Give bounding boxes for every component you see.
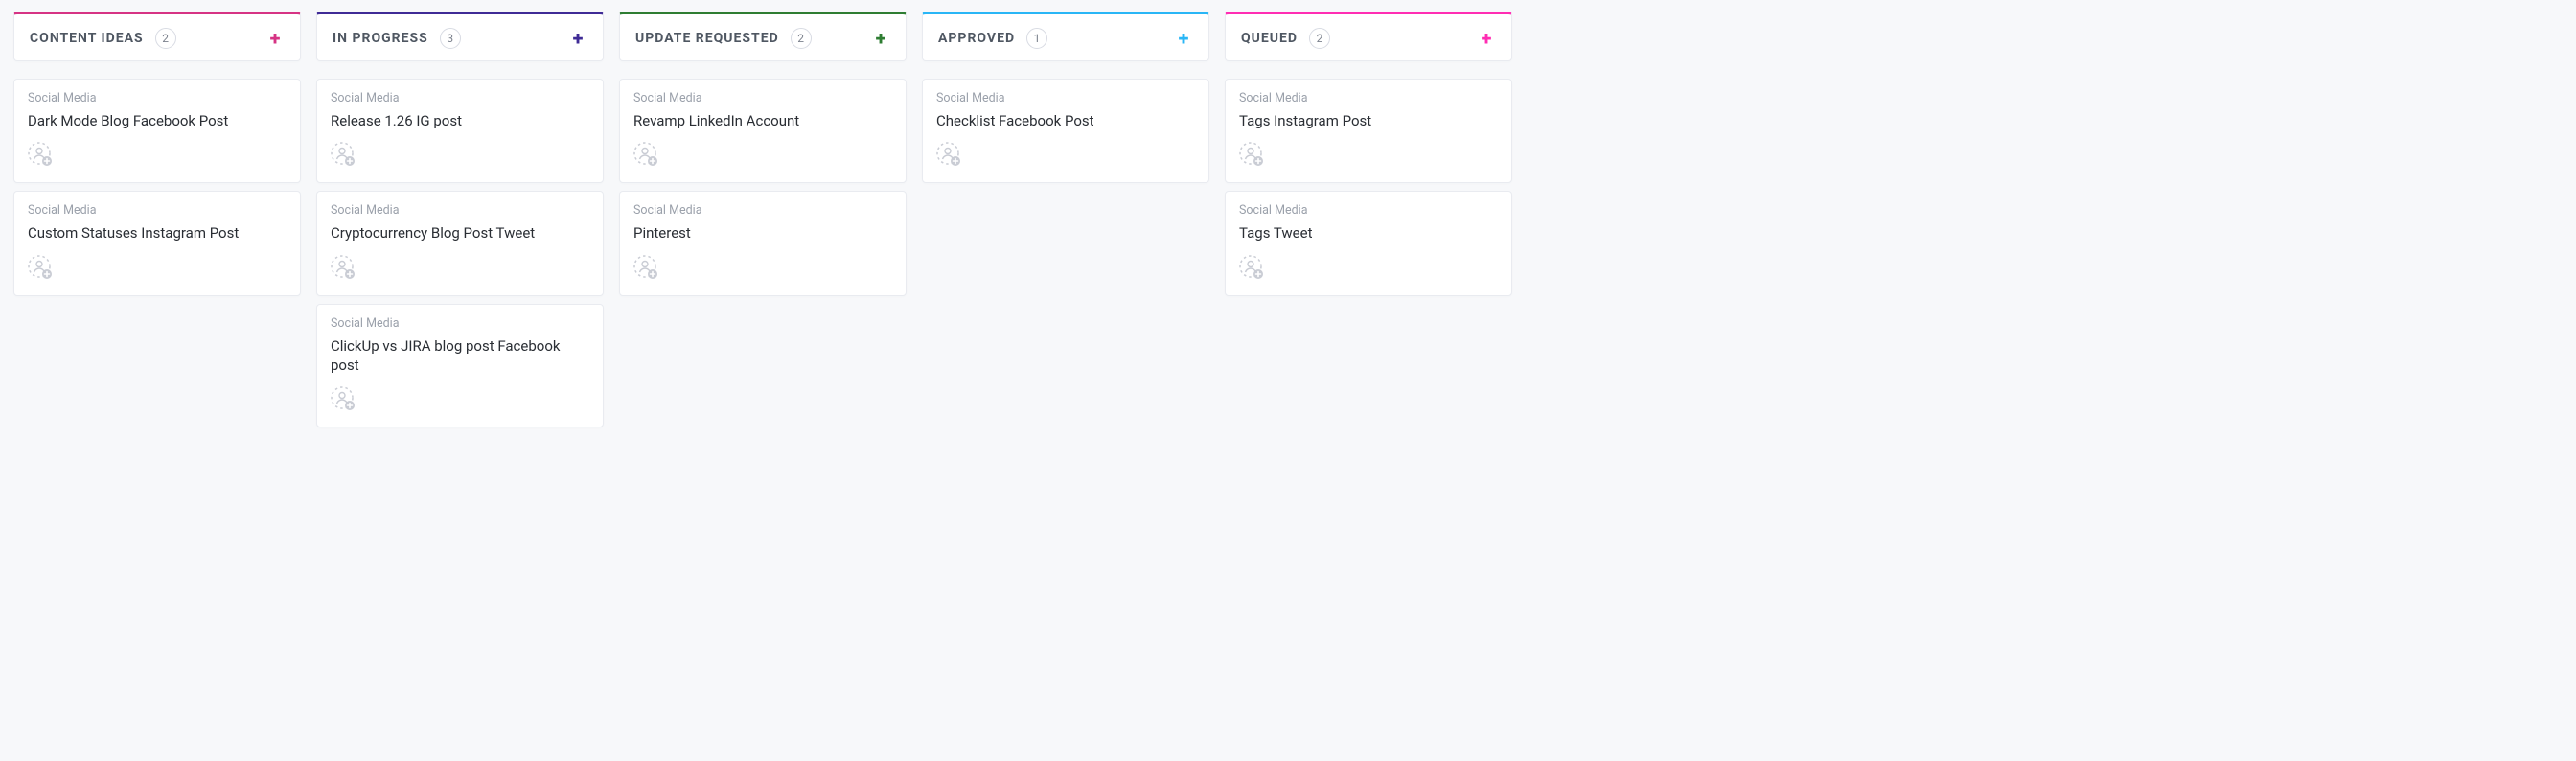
add-task-button[interactable]: + (1174, 29, 1193, 48)
card-category: Social Media (331, 203, 589, 218)
card-category: Social Media (633, 203, 892, 218)
task-card[interactable]: Social Media Custom Statuses Instagram P… (13, 191, 301, 295)
assign-user-button[interactable] (633, 255, 658, 280)
card-title: Checklist Facebook Post (936, 111, 1195, 130)
column-title: UPDATE REQUESTED (635, 31, 779, 46)
card-category: Social Media (331, 316, 589, 331)
column-update-requested: UPDATE REQUESTED 2 + Social Media Revamp… (619, 12, 907, 296)
user-add-icon (633, 255, 658, 280)
assign-user-button[interactable] (331, 142, 356, 167)
assign-user-button[interactable] (28, 255, 53, 280)
assign-user-button[interactable] (1239, 142, 1264, 167)
card-title: Tags Tweet (1239, 223, 1498, 242)
card-title: Revamp LinkedIn Account (633, 111, 892, 130)
column-content-ideas: CONTENT IDEAS 2 + Social Media Dark Mode… (13, 12, 301, 296)
column-header[interactable]: APPROVED 1 + (922, 12, 1209, 61)
assign-user-button[interactable] (633, 142, 658, 167)
card-title: ClickUp vs JIRA blog post Facebook post (331, 336, 589, 376)
task-count-badge: 2 (1309, 28, 1330, 49)
card-title: Cryptocurrency Blog Post Tweet (331, 223, 589, 242)
card-category: Social Media (1239, 91, 1498, 105)
card-title: Tags Instagram Post (1239, 111, 1498, 130)
column-title: QUEUED (1241, 31, 1298, 46)
assign-user-button[interactable] (936, 142, 961, 167)
card-category: Social Media (331, 91, 589, 105)
add-task-button[interactable]: + (1477, 29, 1496, 48)
user-add-icon (331, 142, 356, 167)
card-category: Social Media (633, 91, 892, 105)
card-category: Social Media (28, 91, 287, 105)
card-title: Pinterest (633, 223, 892, 242)
column-in-progress: IN PROGRESS 3 + Social Media Release 1.2… (316, 12, 604, 427)
card-list: Social Media Release 1.26 IG post Social… (316, 79, 604, 427)
card-list: Social Media Tags Instagram Post Social … (1225, 79, 1512, 296)
column-title: APPROVED (938, 31, 1015, 46)
user-add-icon (1239, 142, 1264, 167)
card-title: Custom Statuses Instagram Post (28, 223, 287, 242)
task-card[interactable]: Social Media Tags Tweet (1225, 191, 1512, 295)
card-list: Social Media Checklist Facebook Post (922, 79, 1209, 183)
kanban-board: CONTENT IDEAS 2 + Social Media Dark Mode… (0, 0, 2576, 439)
column-header[interactable]: UPDATE REQUESTED 2 + (619, 12, 907, 61)
card-list: Social Media Dark Mode Blog Facebook Pos… (13, 79, 301, 296)
add-task-button[interactable]: + (568, 29, 587, 48)
user-add-icon (936, 142, 961, 167)
card-title: Dark Mode Blog Facebook Post (28, 111, 287, 130)
column-header[interactable]: QUEUED 2 + (1225, 12, 1512, 61)
user-add-icon (1239, 255, 1264, 280)
column-approved: APPROVED 1 + Social Media Checklist Face… (922, 12, 1209, 183)
user-add-icon (633, 142, 658, 167)
task-count-badge: 1 (1026, 28, 1047, 49)
task-count-badge: 3 (440, 28, 461, 49)
task-card[interactable]: Social Media Pinterest (619, 191, 907, 295)
user-add-icon (28, 142, 53, 167)
add-task-button[interactable]: + (871, 29, 890, 48)
card-title: Release 1.26 IG post (331, 111, 589, 130)
task-count-badge: 2 (155, 28, 176, 49)
card-category: Social Media (936, 91, 1195, 105)
task-count-badge: 2 (791, 28, 812, 49)
user-add-icon (331, 255, 356, 280)
add-task-button[interactable]: + (265, 29, 285, 48)
card-list: Social Media Revamp LinkedIn Account Soc… (619, 79, 907, 296)
card-category: Social Media (1239, 203, 1498, 218)
task-card[interactable]: Social Media Release 1.26 IG post (316, 79, 604, 183)
card-category: Social Media (28, 203, 287, 218)
user-add-icon (331, 386, 356, 411)
column-header[interactable]: IN PROGRESS 3 + (316, 12, 604, 61)
column-title: CONTENT IDEAS (30, 31, 144, 46)
column-title: IN PROGRESS (333, 31, 428, 46)
task-card[interactable]: Social Media Cryptocurrency Blog Post Tw… (316, 191, 604, 295)
task-card[interactable]: Social Media Dark Mode Blog Facebook Pos… (13, 79, 301, 183)
task-card[interactable]: Social Media Tags Instagram Post (1225, 79, 1512, 183)
assign-user-button[interactable] (28, 142, 53, 167)
column-header[interactable]: CONTENT IDEAS 2 + (13, 12, 301, 61)
column-queued: QUEUED 2 + Social Media Tags Instagram P… (1225, 12, 1512, 296)
task-card[interactable]: Social Media ClickUp vs JIRA blog post F… (316, 304, 604, 428)
user-add-icon (28, 255, 53, 280)
task-card[interactable]: Social Media Checklist Facebook Post (922, 79, 1209, 183)
assign-user-button[interactable] (331, 386, 356, 411)
assign-user-button[interactable] (1239, 255, 1264, 280)
assign-user-button[interactable] (331, 255, 356, 280)
task-card[interactable]: Social Media Revamp LinkedIn Account (619, 79, 907, 183)
